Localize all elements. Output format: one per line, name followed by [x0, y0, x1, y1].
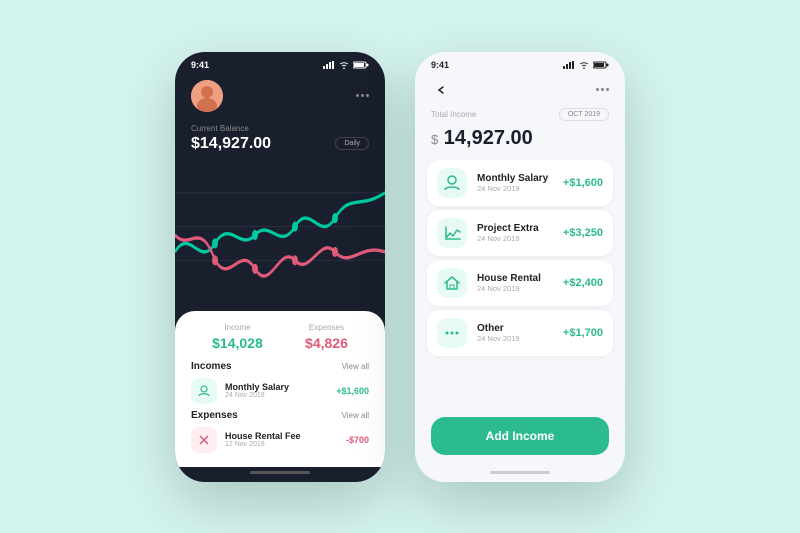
expenses-title: Expenses: [191, 410, 238, 421]
period-badge[interactable]: Daily: [335, 137, 369, 150]
signal-icon-light: [563, 61, 575, 69]
home-indicator-light: [490, 471, 550, 474]
income-item-info: Monthly Salary 24 Nov 2019: [225, 382, 328, 399]
status-icons-light: [563, 61, 609, 69]
total-income-header: Total Income OCT 2019: [415, 108, 625, 123]
balance-row: $14,927.00 Daily: [191, 135, 369, 153]
item2-info: Project Extra 24 Nov 2019: [477, 223, 553, 243]
income-item-name: Monthly Salary: [225, 382, 328, 392]
balance-label: Current Balance: [191, 124, 369, 133]
phone-light: 9:41: [415, 52, 625, 482]
menu-dots[interactable]: [356, 94, 369, 97]
wifi-icon-light: [579, 61, 589, 69]
expense-item-date: 12 Nov 2019: [225, 441, 338, 448]
status-bar-light: 9:41: [415, 52, 625, 74]
incomes-title: Incomes: [191, 361, 232, 372]
total-income-label: Total Income: [431, 110, 476, 119]
incomes-view-all[interactable]: View all: [342, 362, 369, 371]
dark-header: [175, 74, 385, 120]
income-item-date: 24 Nov 2019: [225, 392, 328, 399]
income-label: Income: [212, 323, 263, 332]
status-time-light: 9:41: [431, 60, 449, 70]
income-list-item: Monthly Salary 24 Nov 2019 +$1,600: [191, 378, 369, 404]
income-item-amount: +$1,600: [336, 386, 369, 396]
chart-svg: [175, 159, 385, 311]
item4-info: Other 24 Nov 2019: [477, 323, 553, 343]
add-income-button[interactable]: Add Income: [431, 417, 609, 455]
signal-icon: [323, 61, 335, 69]
item1-info: Monthly Salary 24 Nov 2019: [477, 173, 553, 193]
income-value: $14,028: [212, 335, 263, 351]
item1-amount: +$1,600: [563, 177, 603, 189]
salary-icon: [437, 168, 467, 198]
light-header: [415, 74, 625, 108]
status-time: 9:41: [191, 60, 209, 70]
battery-icon-light: [593, 61, 609, 69]
income-stat: Income $14,028: [212, 323, 263, 351]
total-amount-value: 14,927.00: [438, 127, 533, 149]
income-card-1: Monthly Salary 24 Nov 2019 +$1,600: [427, 160, 613, 206]
item3-date: 24 Nov 2019: [477, 284, 553, 293]
salary-icon-small: [191, 378, 217, 404]
item4-name: Other: [477, 323, 553, 334]
expenses-section-header: Expenses View all: [191, 410, 369, 421]
balance-amount: $14,927.00: [191, 135, 271, 153]
income-card-3: House Rental 24 Nov 2019 +$2,400: [427, 260, 613, 306]
item4-amount: +$1,700: [563, 327, 603, 339]
balance-area: Current Balance $14,927.00 Daily: [175, 120, 385, 159]
item3-amount: +$2,400: [563, 277, 603, 289]
expense-item-amount: -$700: [346, 435, 369, 445]
item3-name: House Rental: [477, 273, 553, 284]
project-icon: [437, 218, 467, 248]
period-badge-light[interactable]: OCT 2019: [559, 108, 609, 121]
income-card-2: Project Extra 24 Nov 2019 +$3,250: [427, 210, 613, 256]
expenses-stat: Expenses $4,826: [305, 323, 348, 351]
status-icons: [323, 61, 369, 69]
item1-date: 24 Nov 2019: [477, 184, 553, 193]
expense-item-info: House Rental Fee 12 Nov 2019: [225, 431, 338, 448]
item4-date: 24 Nov 2019: [477, 334, 553, 343]
back-button[interactable]: [431, 80, 451, 100]
phone-dark: 9:41: [175, 52, 385, 482]
item3-info: House Rental 24 Nov 2019: [477, 273, 553, 293]
house-icon: [437, 268, 467, 298]
expense-icon-small: [191, 427, 217, 453]
menu-dots-light[interactable]: [596, 88, 609, 91]
item2-date: 24 Nov 2019: [477, 234, 553, 243]
item1-name: Monthly Salary: [477, 173, 553, 184]
item2-name: Project Extra: [477, 223, 553, 234]
stats-row: Income $14,028 Expenses $4,826: [191, 323, 369, 351]
status-bar-dark: 9:41: [175, 52, 385, 74]
home-indicator: [250, 471, 310, 474]
item2-amount: +$3,250: [563, 227, 603, 239]
dark-card: Income $14,028 Expenses $4,826 Incomes V…: [175, 311, 385, 467]
incomes-section-header: Incomes View all: [191, 361, 369, 372]
expenses-value: $4,826: [305, 335, 348, 351]
income-list: Monthly Salary 24 Nov 2019 +$1,600 Proje…: [415, 160, 625, 409]
battery-icon: [353, 61, 369, 69]
expenses-view-all[interactable]: View all: [342, 411, 369, 420]
other-icon: [437, 318, 467, 348]
wifi-icon: [339, 61, 349, 69]
total-income-amount: $ 14,927.00: [415, 123, 625, 160]
income-card-4: Other 24 Nov 2019 +$1,700: [427, 310, 613, 356]
expense-item-name: House Rental Fee: [225, 431, 338, 441]
avatar[interactable]: [191, 80, 223, 112]
expense-list-item: House Rental Fee 12 Nov 2019 -$700: [191, 427, 369, 453]
expenses-label: Expenses: [305, 323, 348, 332]
chart-area: [175, 159, 385, 311]
